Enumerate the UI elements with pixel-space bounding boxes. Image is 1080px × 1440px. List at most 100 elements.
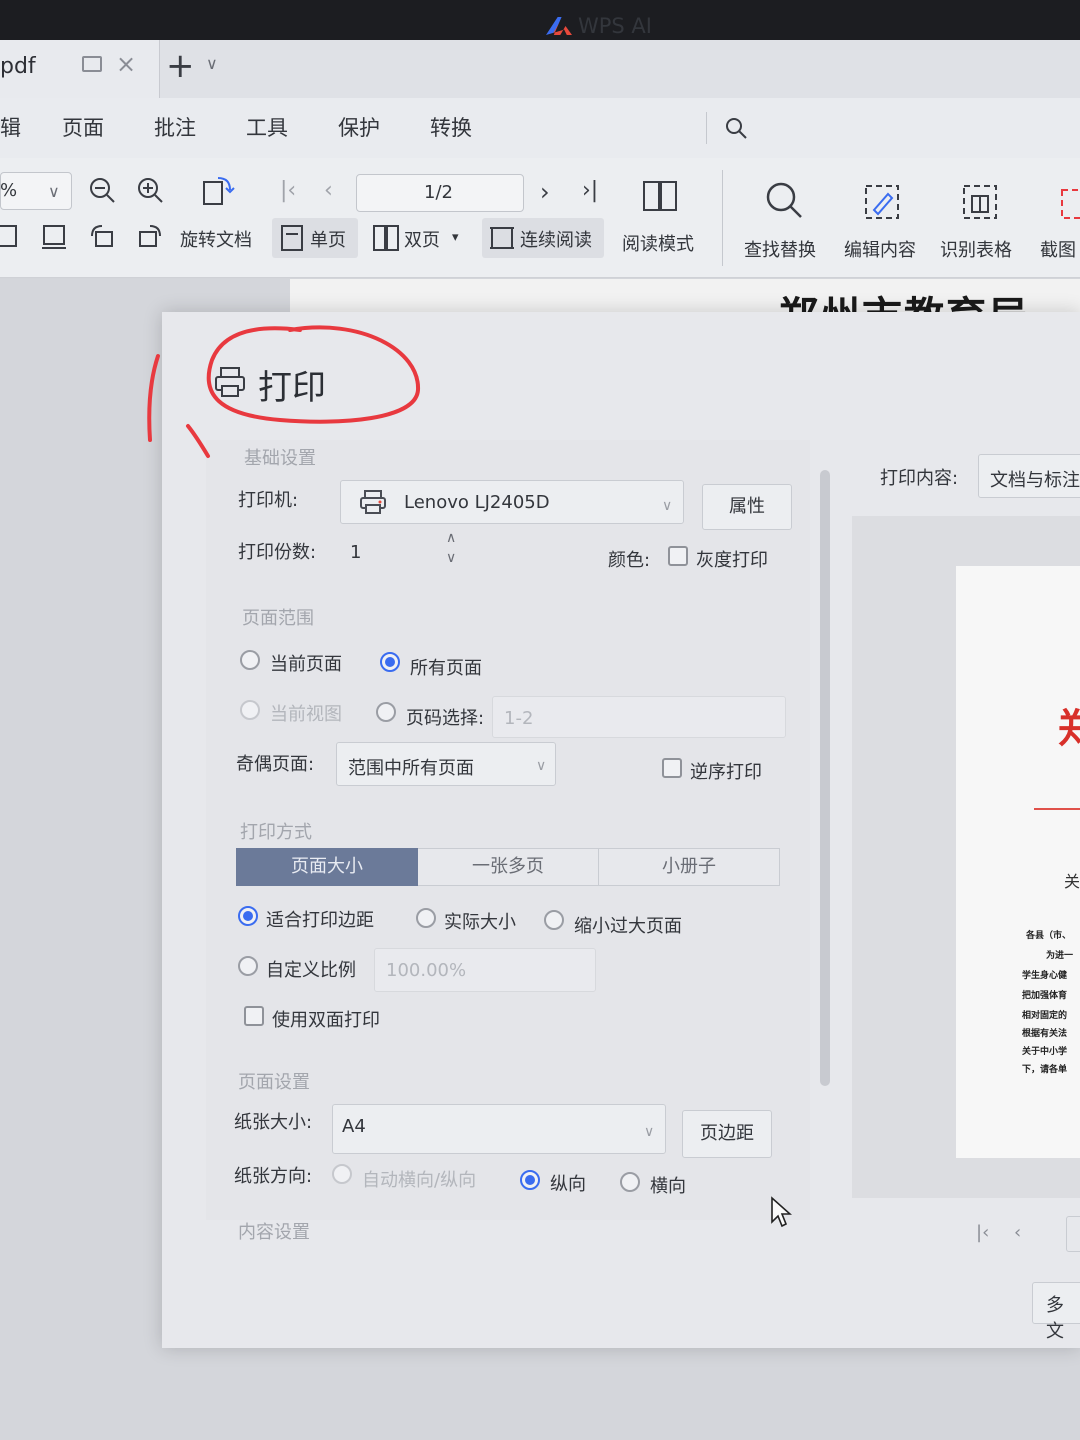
preview-text-line: 把加强体育 [1022, 991, 1068, 1001]
search-icon[interactable] [724, 116, 748, 140]
rotate-left-icon[interactable] [88, 222, 116, 250]
recognize-table-button[interactable]: 识别表格 [940, 236, 1012, 262]
printer-icon [360, 490, 386, 514]
chevron-down-icon: ∨ [536, 758, 547, 774]
crop-page-icon[interactable] [40, 222, 68, 250]
wps-ai-button[interactable]: WPS AI [546, 14, 652, 38]
preview-text-line: 相对固定的 [1022, 1011, 1068, 1021]
reverse-print-checkbox[interactable] [662, 758, 682, 778]
auto-orientation-radio[interactable] [332, 1164, 352, 1184]
shrink-large-label: 缩小过大页面 [574, 916, 682, 937]
print-mode-tabs: 页面大小 一张多页 小册子 [236, 848, 780, 886]
shrink-large-radio[interactable] [544, 910, 564, 930]
double-page-button[interactable]: 双页 [404, 226, 440, 252]
section-page-range: 页面范围 [242, 608, 314, 629]
preview-page-input[interactable] [1066, 1216, 1080, 1252]
printer-properties-button[interactable]: 属性 [702, 484, 792, 530]
reverse-print-label: 逆序打印 [690, 762, 762, 783]
preview-text-line: 各县（市、 [1026, 931, 1072, 941]
read-mode-button[interactable]: 阅读模式 [622, 230, 694, 256]
tab-page-size[interactable]: 页面大小 [236, 848, 418, 886]
all-pages-label: 所有页面 [410, 658, 482, 679]
page-number-value: 1/2 [424, 182, 453, 203]
prev-page-icon[interactable]: ‹ [324, 178, 333, 203]
chevron-down-icon[interactable]: ∨ [206, 54, 218, 73]
settings-scrollbar[interactable] [820, 470, 830, 1086]
double-page-icon[interactable] [372, 224, 400, 252]
single-page-icon [281, 225, 303, 251]
portrait-label: 纵向 [550, 1174, 586, 1195]
paper-size-select[interactable] [332, 1104, 666, 1154]
custom-scale-label: 自定义比例 [266, 960, 356, 981]
increment-icon[interactable]: ∧ [446, 530, 456, 546]
continuous-read-icon [490, 227, 514, 249]
screenshot-button[interactable]: 截图 [1040, 236, 1076, 262]
current-view-label: 当前视图 [270, 704, 342, 725]
continuous-read-label: 连续阅读 [520, 230, 592, 251]
section-basic-settings: 基础设置 [244, 448, 316, 469]
screen-bezel [0, 0, 1080, 40]
first-page-icon[interactable]: |‹ [280, 178, 296, 203]
single-page-label: 单页 [310, 230, 346, 251]
landscape-label: 横向 [650, 1176, 686, 1197]
menu-page[interactable]: 页面 [62, 112, 104, 142]
chevron-down-icon[interactable]: ▾ [452, 230, 459, 245]
preview-first-page-icon[interactable]: |‹ [976, 1222, 989, 1243]
close-icon[interactable]: × [116, 50, 136, 78]
all-pages-radio[interactable] [380, 652, 400, 672]
zoom-out-icon[interactable] [88, 176, 116, 204]
current-page-radio[interactable] [240, 650, 260, 670]
zoom-value: % [0, 180, 18, 201]
grayscale-checkbox[interactable] [668, 546, 688, 566]
monitor-icon[interactable] [82, 56, 102, 72]
preview-text-line: 为进一 [1046, 951, 1074, 961]
chevron-down-icon: ∨ [662, 498, 673, 514]
decrement-icon[interactable]: ∨ [446, 550, 456, 566]
paper-size-label: 纸张大小: [234, 1112, 313, 1133]
menu-protect[interactable]: 保护 [338, 112, 380, 142]
page-icon[interactable] [0, 222, 20, 250]
auto-orientation-label: 自动横向/纵向 [362, 1170, 477, 1191]
preview-text-line: 根据有关法 [1022, 1029, 1068, 1039]
edit-content-button[interactable]: 编辑内容 [844, 236, 916, 262]
tab-multi-page[interactable]: 一张多页 [418, 848, 599, 886]
custom-scale-radio[interactable] [238, 956, 258, 976]
fit-margins-radio[interactable] [238, 906, 258, 926]
page-select-radio[interactable] [376, 702, 396, 722]
menu-annotate[interactable]: 批注 [154, 112, 196, 142]
menu-convert[interactable]: 转换 [430, 112, 472, 142]
find-replace-button[interactable]: 查找替换 [744, 236, 816, 262]
print-content-value: 文档与标注 [990, 470, 1080, 491]
chevron-down-icon: ∨ [644, 1124, 655, 1140]
zoom-in-icon[interactable] [136, 176, 164, 204]
copies-label: 打印份数: [238, 542, 317, 563]
actual-size-label: 实际大小 [444, 912, 516, 933]
preview-prev-page-icon[interactable]: ‹ [1014, 1222, 1021, 1243]
rotate-page-icon[interactable] [200, 172, 236, 208]
tab-title: pdf [0, 54, 36, 79]
new-tab-plus-icon[interactable]: + [166, 46, 195, 86]
duplex-label: 使用双面打印 [272, 1010, 380, 1031]
next-page-icon[interactable]: › [540, 178, 550, 206]
menu-edit[interactable]: 辑 [0, 112, 21, 142]
preview-text-line: 关于中小学 [1022, 1047, 1068, 1057]
last-page-icon[interactable]: ›| [582, 178, 598, 203]
menu-tools[interactable]: 工具 [246, 112, 288, 142]
margins-button[interactable]: 页边距 [682, 1110, 772, 1158]
wps-ai-label: WPS AI [578, 14, 652, 38]
printer-icon [215, 367, 245, 397]
rotate-document-button[interactable]: 旋转文档 [180, 226, 252, 252]
toolbar-divider [722, 170, 723, 266]
chevron-down-icon: ∨ [48, 182, 60, 201]
rotate-right-icon[interactable] [136, 222, 164, 250]
portrait-radio[interactable] [520, 1170, 540, 1190]
book-icon[interactable] [642, 178, 678, 212]
page-select-input[interactable] [492, 696, 786, 738]
tab-booklet[interactable]: 小册子 [599, 848, 780, 886]
duplex-checkbox[interactable] [244, 1006, 264, 1026]
custom-scale-value: 100.00% [386, 960, 467, 981]
landscape-radio[interactable] [620, 1172, 640, 1192]
actual-size-radio[interactable] [416, 908, 436, 928]
current-view-radio[interactable] [240, 700, 260, 720]
wps-ai-logo-icon [546, 17, 572, 35]
